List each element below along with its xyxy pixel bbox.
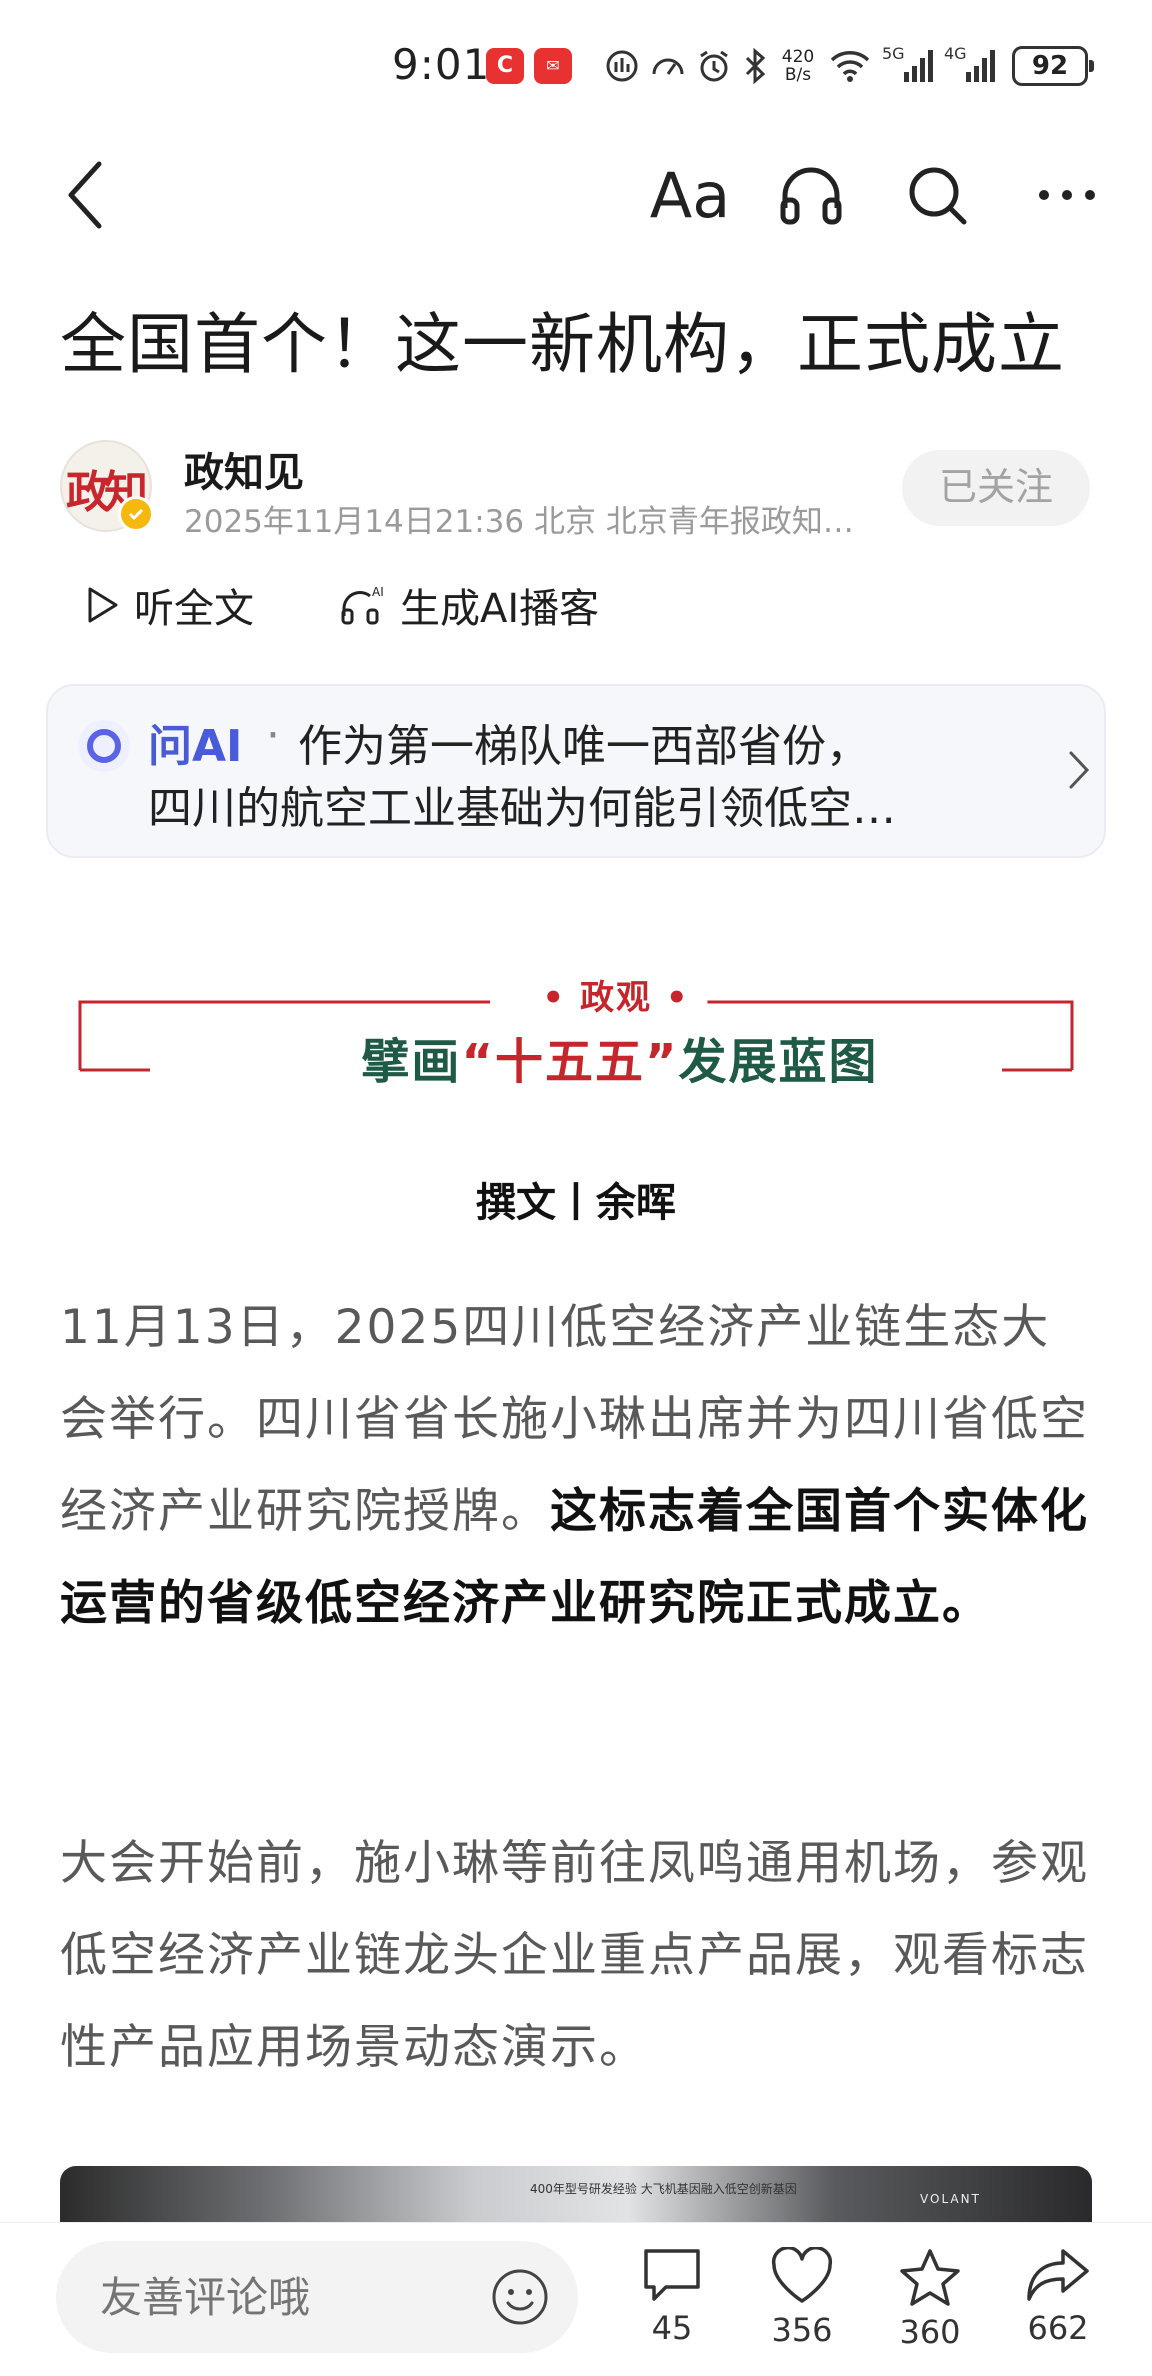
top-nav-bar: Aa [0, 140, 1152, 250]
status-time: 9:01 [392, 40, 491, 89]
verified-badge-icon [118, 496, 154, 532]
ask-ai-separator: · [266, 710, 280, 761]
ai-question-line-1: 作为第一梯队唯一西部省份， [298, 721, 870, 772]
comment-count: 45 [651, 2309, 693, 2347]
like-button[interactable]: 356 [752, 2247, 852, 2367]
chevron-right-icon [1069, 751, 1090, 789]
byline: 撰文丨余晖 [476, 1180, 676, 1226]
ask-ai-card[interactable]: 问AI · 作为第一梯队唯一西部省份， 四川的航空工业基础为何能引领低空… [46, 684, 1106, 858]
ai-logo-icon [78, 720, 130, 772]
listen-full-text-button[interactable]: 听全文 [86, 570, 254, 640]
alarm-icon [700, 50, 728, 82]
status-bar: 9:01 C ✉ 420 B/s 5G 4G 92 [0, 0, 1152, 120]
like-count: 356 [771, 2311, 833, 2349]
listen-label: 听全文 [134, 586, 254, 632]
emoji-icon[interactable] [490, 2267, 550, 2327]
podcast-label: 生成AI播客 [400, 586, 600, 632]
font-size-button[interactable]: Aa [640, 150, 740, 240]
article-meta: 2025年11月14日21:36 北京 北京青年报政知… [184, 504, 854, 540]
play-icon [88, 587, 118, 623]
favorite-count: 360 [899, 2313, 961, 2351]
banner-tag: • 政观 • [524, 970, 708, 1019]
paragraph-2: 大会开始前，施小琳等前往凤鸣通用机场，参观低空经济产业链龙头企业重点产品展，观看… [60, 1836, 1089, 2075]
heart-icon [771, 2247, 833, 2303]
ai-podcast-button[interactable]: AI 生成AI播客 [340, 570, 599, 640]
article-image[interactable]: 400年型号研发经验 大飞机基因融入低空创新基因 VOLANT [60, 2166, 1092, 2222]
signal-5g-icon: 5G [882, 44, 934, 86]
star-icon [900, 2249, 960, 2306]
comment-icon [644, 2249, 700, 2301]
share-icon [1027, 2249, 1089, 2301]
more-dots-icon [1039, 190, 1095, 200]
more-button[interactable] [1022, 150, 1112, 240]
font-size-icon: Aa [649, 158, 731, 232]
ai-headphones-icon: AI [341, 585, 384, 625]
share-button[interactable]: 662 [1008, 2247, 1108, 2367]
notification-app-icon: C [486, 48, 524, 84]
back-button[interactable] [40, 150, 130, 240]
svg-text:AI: AI [372, 585, 384, 599]
article-title: 全国首个！这一新机构，正式成立 [60, 306, 1065, 383]
paragraph-1: 11月13日，2025四川低空经济产业链生态大会举行。四川省省长施小琳出席并为四… [60, 1300, 1089, 1631]
section-banner: • 政观 • 擘画“十五五”发展蓝图 [76, 970, 1076, 1090]
follow-button[interactable]: 已关注 [902, 450, 1090, 526]
do-not-disturb-icon [606, 50, 638, 82]
status-icons: 420 B/s 5G 4G 92 [604, 44, 1094, 88]
wifi-icon [830, 51, 870, 82]
network-speed: 420 B/s [781, 47, 815, 85]
signal-4g-icon: 4G [944, 44, 996, 86]
banner-title: 擘画“十五五”发展蓝图 [361, 1034, 879, 1090]
listen-button[interactable] [766, 150, 856, 240]
favorite-button[interactable]: 360 [880, 2247, 980, 2367]
search-button[interactable] [892, 150, 982, 240]
bluetooth-icon [745, 48, 766, 84]
author-avatar[interactable]: 政知 [60, 440, 154, 532]
chevron-left-icon [68, 161, 102, 229]
speedometer-icon [652, 58, 684, 75]
search-icon [909, 167, 967, 225]
author-name[interactable]: 政知见 [184, 440, 304, 498]
comment-button[interactable]: 45 [622, 2247, 722, 2367]
headphones-icon [780, 167, 842, 225]
bottom-action-bar: 45 356 360 662 [0, 2222, 1152, 2376]
notification-app-icon-2: ✉ [534, 48, 572, 84]
battery-indicator: 92 [1012, 46, 1094, 86]
ask-ai-label: 问AI [148, 721, 243, 772]
share-count: 662 [1027, 2309, 1089, 2347]
ai-question-line-2: 四川的航空工业基础为何能引领低空… [148, 783, 896, 834]
